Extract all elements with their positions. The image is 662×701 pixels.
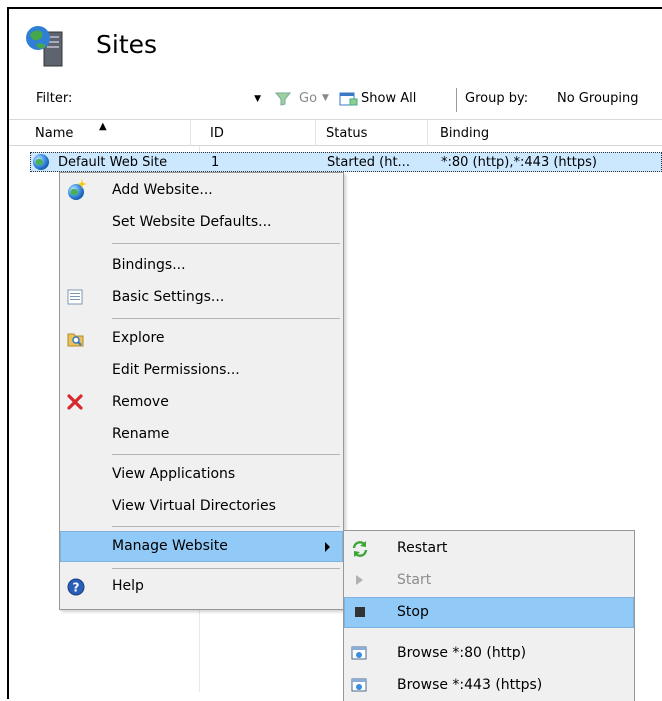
menu-item-label: Stop <box>397 604 429 620</box>
grid-header: Name ▲ ID Status Binding <box>9 120 662 146</box>
column-header-status[interactable]: Status <box>326 126 367 141</box>
svg-text:?: ? <box>73 581 80 595</box>
menu-item-label: Start <box>397 572 432 588</box>
column-header-binding[interactable]: Binding <box>440 126 489 141</box>
filter-label: Filter: <box>36 91 73 106</box>
sites-server-icon <box>24 24 72 68</box>
column-divider[interactable] <box>427 120 428 146</box>
browse-icon <box>351 677 369 695</box>
submenu-item-start[interactable]: Start <box>345 565 633 596</box>
play-icon <box>351 572 369 590</box>
filter-toolbar: Filter: ▼ Go ▼ Show All Group by: No Gro… <box>9 84 662 120</box>
menu-item-label: Set Website Defaults... <box>112 214 272 230</box>
menu-item-label: Remove <box>112 394 169 410</box>
submenu-item-browse-https[interactable]: Browse *:443 (https) <box>345 670 633 701</box>
column-divider[interactable] <box>190 120 191 146</box>
menu-item-view-virtual-directories[interactable]: View Virtual Directories <box>61 491 342 522</box>
menu-item-bindings[interactable]: Bindings... <box>61 250 342 281</box>
menu-item-label: Manage Website <box>112 538 228 554</box>
column-header-name[interactable]: Name <box>35 126 73 141</box>
globe-add-icon <box>67 179 87 200</box>
settings-page-icon <box>67 289 85 307</box>
page-title: Sites <box>96 30 158 59</box>
menu-item-label: Restart <box>397 540 448 556</box>
menu-item-label: Help <box>112 578 144 594</box>
sort-ascending-icon: ▲ <box>99 121 107 132</box>
go-button[interactable]: Go <box>299 91 317 106</box>
dropdown-arrow-icon[interactable]: ▼ <box>254 94 261 104</box>
submenu-item-browse-http[interactable]: Browse *:80 (http) <box>345 638 633 669</box>
menu-item-label: Edit Permissions... <box>112 362 240 378</box>
stop-icon <box>352 604 370 622</box>
menu-item-label: View Virtual Directories <box>112 498 276 514</box>
group-by-label: Group by: <box>465 91 529 106</box>
menu-item-remove[interactable]: Remove <box>61 387 342 418</box>
submenu-item-stop[interactable]: Stop <box>344 597 634 628</box>
menu-item-basic-settings[interactable]: Basic Settings... <box>61 282 342 313</box>
show-all-button[interactable]: Show All <box>361 91 416 106</box>
menu-item-label: Rename <box>112 426 170 442</box>
filter-input[interactable]: ▼ <box>95 89 261 109</box>
menu-separator <box>112 568 340 569</box>
menu-item-label: View Applications <box>112 466 236 482</box>
menu-item-rename[interactable]: Rename <box>61 419 342 450</box>
browse-icon <box>351 645 369 663</box>
site-binding: *:80 (http),*:443 (https) <box>441 155 597 170</box>
site-status: Started (ht... <box>327 155 410 170</box>
submenu-item-restart[interactable]: Restart <box>345 533 633 564</box>
menu-item-label: Explore <box>112 330 165 346</box>
site-id: 1 <box>211 155 220 170</box>
column-divider[interactable] <box>315 120 316 146</box>
menu-item-label: Bindings... <box>112 257 186 273</box>
menu-item-label: Basic Settings... <box>112 289 225 305</box>
submenu-arrow-icon <box>325 542 330 552</box>
go-dropdown-arrow-icon[interactable]: ▼ <box>322 93 329 103</box>
funnel-icon[interactable] <box>274 92 292 110</box>
menu-item-add-website[interactable]: Add Website... <box>61 175 342 206</box>
menu-item-view-applications[interactable]: View Applications <box>61 459 342 490</box>
table-row[interactable]: Default Web Site 1 Started (ht... *:80 (… <box>30 152 662 172</box>
toolbar-separator <box>456 88 457 112</box>
globe-icon <box>33 154 49 174</box>
menu-separator <box>112 526 340 527</box>
menu-separator <box>112 243 340 244</box>
menu-item-label: Browse *:443 (https) <box>397 677 543 693</box>
menu-item-label: Add Website... <box>112 182 213 198</box>
manage-website-submenu: Restart Start Stop Browse *:80 (http) Br… <box>343 530 635 701</box>
site-name: Default Web Site <box>58 155 168 170</box>
menu-separator <box>112 454 340 455</box>
menu-item-explore[interactable]: Explore <box>61 323 342 354</box>
menu-separator <box>112 318 340 319</box>
restart-icon <box>351 540 369 558</box>
folder-search-icon <box>67 330 85 348</box>
column-header-id[interactable]: ID <box>210 126 224 141</box>
menu-item-edit-permissions[interactable]: Edit Permissions... <box>61 355 342 386</box>
menu-item-manage-website[interactable]: Manage Website <box>60 531 343 562</box>
menu-item-label: Browse *:80 (http) <box>397 645 527 661</box>
red-x-icon <box>67 394 85 412</box>
menu-item-set-website-defaults[interactable]: Set Website Defaults... <box>61 207 342 238</box>
context-menu: Add Website... Set Website Defaults... B… <box>59 172 344 610</box>
help-icon: ? <box>67 578 85 596</box>
group-by-select[interactable]: No Grouping <box>557 91 639 106</box>
menu-item-help[interactable]: ? Help <box>61 571 342 602</box>
show-all-icon[interactable] <box>339 90 359 112</box>
